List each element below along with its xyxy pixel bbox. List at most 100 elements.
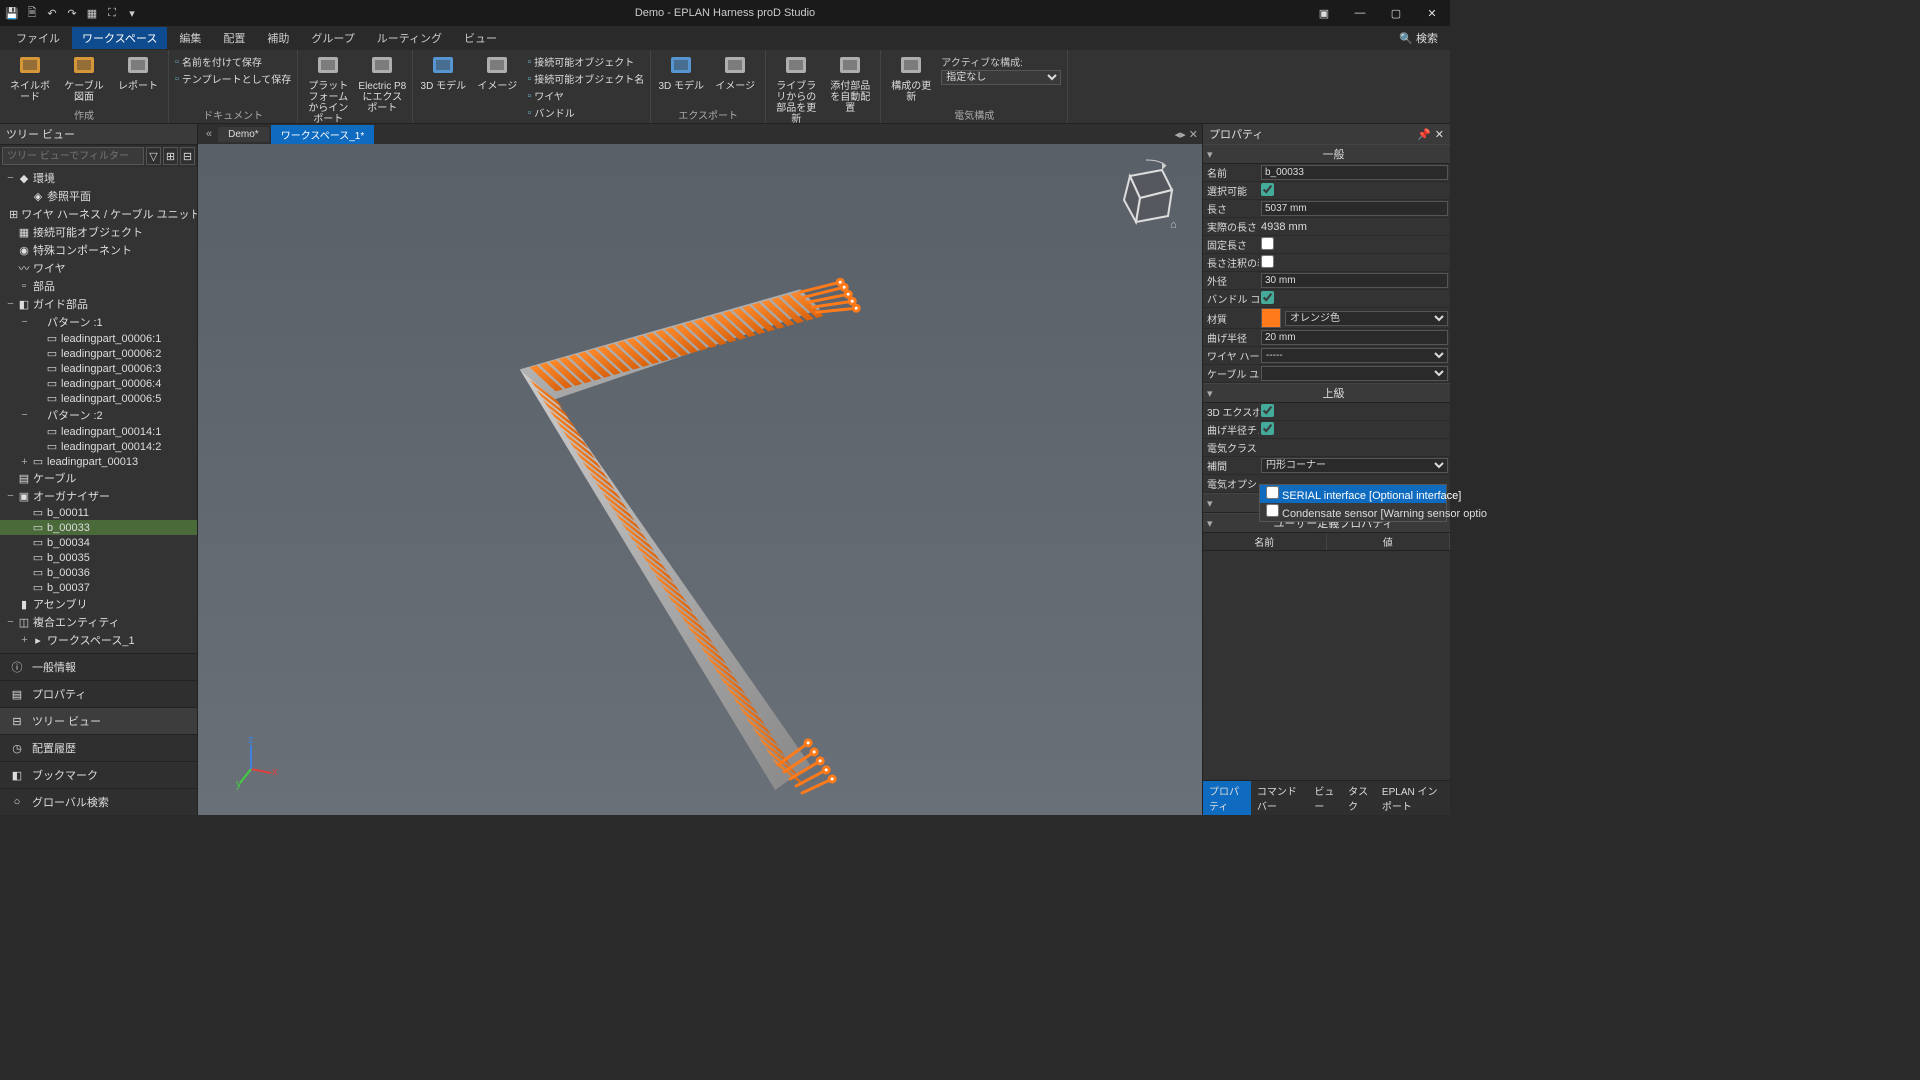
tree-node[interactable]: ▭leadingpart_00006:5 xyxy=(0,391,197,406)
close-button[interactable]: ✕ xyxy=(1418,3,1446,23)
tabs-prev-icon[interactable]: « xyxy=(202,128,216,140)
ribbon-list-item[interactable]: ▫名前を付けて保存 xyxy=(175,54,291,69)
tree-node[interactable]: −パターン :2 xyxy=(0,406,197,424)
menu-item[interactable]: 補助 xyxy=(257,27,299,49)
tree-node[interactable]: −パターン :1 xyxy=(0,313,197,331)
tree-opt1-icon[interactable]: ⊞ xyxy=(163,147,178,165)
side-tab[interactable]: ⓘ一般情報 xyxy=(0,653,197,680)
tree-view[interactable]: −◆環境◈参照平面⊞ワイヤ ハーネス / ケーブル ユニット▦接続可能オブジェク… xyxy=(0,167,197,653)
tree-node[interactable]: +▸ワークスペース_1:1 xyxy=(0,649,197,653)
3d-viewport[interactable]: x y z ⌂ xyxy=(198,144,1202,815)
save-icon[interactable]: 💾 xyxy=(4,5,20,21)
tree-node[interactable]: ▦接続可能オブジェクト xyxy=(0,223,197,241)
chevron-down-icon[interactable]: ▾ xyxy=(1207,497,1221,510)
tree-node[interactable]: ▭leadingpart_00006:2 xyxy=(0,346,197,361)
tree-filter-input[interactable] xyxy=(2,147,144,165)
3d-model-export-button[interactable]: 3D モデル xyxy=(657,52,705,92)
menu-item[interactable]: ビュー xyxy=(454,27,507,49)
image-import-button[interactable]: イメージ xyxy=(473,52,521,92)
auto-place-button[interactable]: 添付部品を自動配置 xyxy=(826,52,874,114)
lib-update-button[interactable]: ライブラリからの部品を更新 xyxy=(772,52,820,125)
grid-icon[interactable]: ▦ xyxy=(84,5,100,21)
search-box[interactable]: 🔍 検索 xyxy=(1393,28,1444,48)
panel-close-icon[interactable]: ✕ xyxy=(1435,128,1444,141)
tree-node[interactable]: +▸ワークスペース_1 xyxy=(0,631,197,649)
color-swatch[interactable] xyxy=(1261,308,1281,328)
prop-checkbox[interactable] xyxy=(1261,291,1274,304)
prop-checkbox[interactable] xyxy=(1261,237,1274,250)
ribbon-list-item[interactable]: ▫接続可能オブジェクト名 xyxy=(527,71,644,86)
prop-select[interactable] xyxy=(1261,366,1448,381)
tree-node[interactable]: ▭leadingpart_00014:1 xyxy=(0,424,197,439)
side-tab[interactable]: ⊟ツリー ビュー xyxy=(0,707,197,734)
3d-model-import-button[interactable]: 3D モデル xyxy=(419,52,467,92)
side-tab[interactable]: ▤プロパティ xyxy=(0,680,197,707)
footer-tab[interactable]: プロパティ xyxy=(1203,781,1251,815)
prop-input[interactable] xyxy=(1261,330,1448,345)
image-export-button[interactable]: イメージ xyxy=(711,52,759,92)
tree-node[interactable]: ▭b_00011 xyxy=(0,505,197,520)
ribbon-list-item[interactable]: ▫ワイヤ xyxy=(527,88,644,103)
prop-select[interactable]: ----- xyxy=(1261,348,1448,363)
config-update-button[interactable]: 構成の更新 xyxy=(887,52,935,103)
tree-node[interactable]: −◫複合エンティティ xyxy=(0,613,197,631)
document-tab[interactable]: ワークスペース_1* xyxy=(271,125,375,144)
tree-opt2-icon[interactable]: ⊟ xyxy=(180,147,195,165)
side-tab[interactable]: ◷配置履歴 xyxy=(0,734,197,761)
filter-icon[interactable]: ▽ xyxy=(146,147,161,165)
menu-item[interactable]: ルーティング xyxy=(367,27,452,49)
tree-node[interactable]: ▭leadingpart_00006:1 xyxy=(0,331,197,346)
qat-more-icon[interactable]: ▾ xyxy=(124,5,140,21)
prop-checkbox[interactable] xyxy=(1261,183,1274,196)
tree-node[interactable]: ◈参照平面 xyxy=(0,187,197,205)
tree-node[interactable]: ▭leadingpart_00006:3 xyxy=(0,361,197,376)
footer-tab[interactable]: EPLAN インポート xyxy=(1376,781,1450,815)
menu-item[interactable]: ワークスペース xyxy=(72,27,167,49)
active-config-select[interactable]: 指定なし xyxy=(941,70,1061,85)
tabs-menu-icon[interactable]: ◂▸ ✕ xyxy=(1171,128,1202,141)
footer-tab[interactable]: コマンド バー xyxy=(1251,781,1309,815)
menu-item[interactable]: 編集 xyxy=(169,27,211,49)
save-all-icon[interactable]: 🗎 xyxy=(24,5,40,21)
undo-icon[interactable]: ↶ xyxy=(44,5,60,21)
menu-item[interactable]: 配置 xyxy=(213,27,255,49)
tree-node[interactable]: ▫部品 xyxy=(0,277,197,295)
prop-checkbox[interactable] xyxy=(1261,404,1274,417)
prop-input[interactable] xyxy=(1261,201,1448,216)
tree-node[interactable]: ▭b_00035 xyxy=(0,550,197,565)
electric-p8-button[interactable]: Electric P8 にエクスポート xyxy=(358,52,406,114)
maximize-button[interactable]: ▢ xyxy=(1382,3,1410,23)
prop-select[interactable]: 円形コーナー xyxy=(1261,458,1448,473)
axis-gizmo[interactable]: x y z xyxy=(226,737,276,787)
tree-node[interactable]: −◆環境 xyxy=(0,169,197,187)
expand-icon[interactable]: ⛶ xyxy=(104,5,120,21)
prop-checkbox[interactable] xyxy=(1261,255,1274,268)
ribbon-toggle-icon[interactable]: ▣ xyxy=(1310,3,1338,23)
redo-icon[interactable]: ↷ xyxy=(64,5,80,21)
tree-node[interactable]: ▭b_00036 xyxy=(0,565,197,580)
tree-node[interactable]: ▭b_00034 xyxy=(0,535,197,550)
document-tab[interactable]: Demo* xyxy=(218,127,269,142)
tree-node[interactable]: −▣オーガナイザー xyxy=(0,487,197,505)
pin-icon[interactable]: 📌 xyxy=(1417,128,1431,141)
menu-item[interactable]: グループ xyxy=(301,27,364,49)
nailboard-button[interactable]: ネイルボード xyxy=(6,52,54,103)
side-tab[interactable]: ◧ブックマーク xyxy=(0,761,197,788)
prop-checkbox[interactable] xyxy=(1261,422,1274,435)
platform-import-button[interactable]: プラットフォームからインポート xyxy=(304,52,352,125)
tree-node[interactable]: ▭leadingpart_00014:2 xyxy=(0,439,197,454)
tree-node[interactable]: ▭b_00037 xyxy=(0,580,197,595)
nav-cube[interactable]: ⌂ xyxy=(1106,156,1186,236)
prop-input[interactable] xyxy=(1261,273,1448,288)
ribbon-list-item[interactable]: ▫テンプレートとして保存 xyxy=(175,71,291,86)
chevron-down-icon[interactable]: ▾ xyxy=(1207,517,1221,530)
color-select[interactable]: オレンジ色 xyxy=(1285,311,1448,326)
tree-node[interactable]: ⊞ワイヤ ハーネス / ケーブル ユニット xyxy=(0,205,197,223)
ribbon-list-item[interactable]: ▫バンドル xyxy=(527,105,644,120)
cable-drawing-button[interactable]: ケーブル図面 xyxy=(60,52,108,103)
tree-node[interactable]: ▭leadingpart_00006:4 xyxy=(0,376,197,391)
chevron-down-icon[interactable]: ▾ xyxy=(1207,387,1221,400)
tree-node[interactable]: ◉特殊コンポーネント xyxy=(0,241,197,259)
tree-node[interactable]: ▤ケーブル xyxy=(0,469,197,487)
side-tab[interactable]: ○グローバル検索 xyxy=(0,788,197,815)
